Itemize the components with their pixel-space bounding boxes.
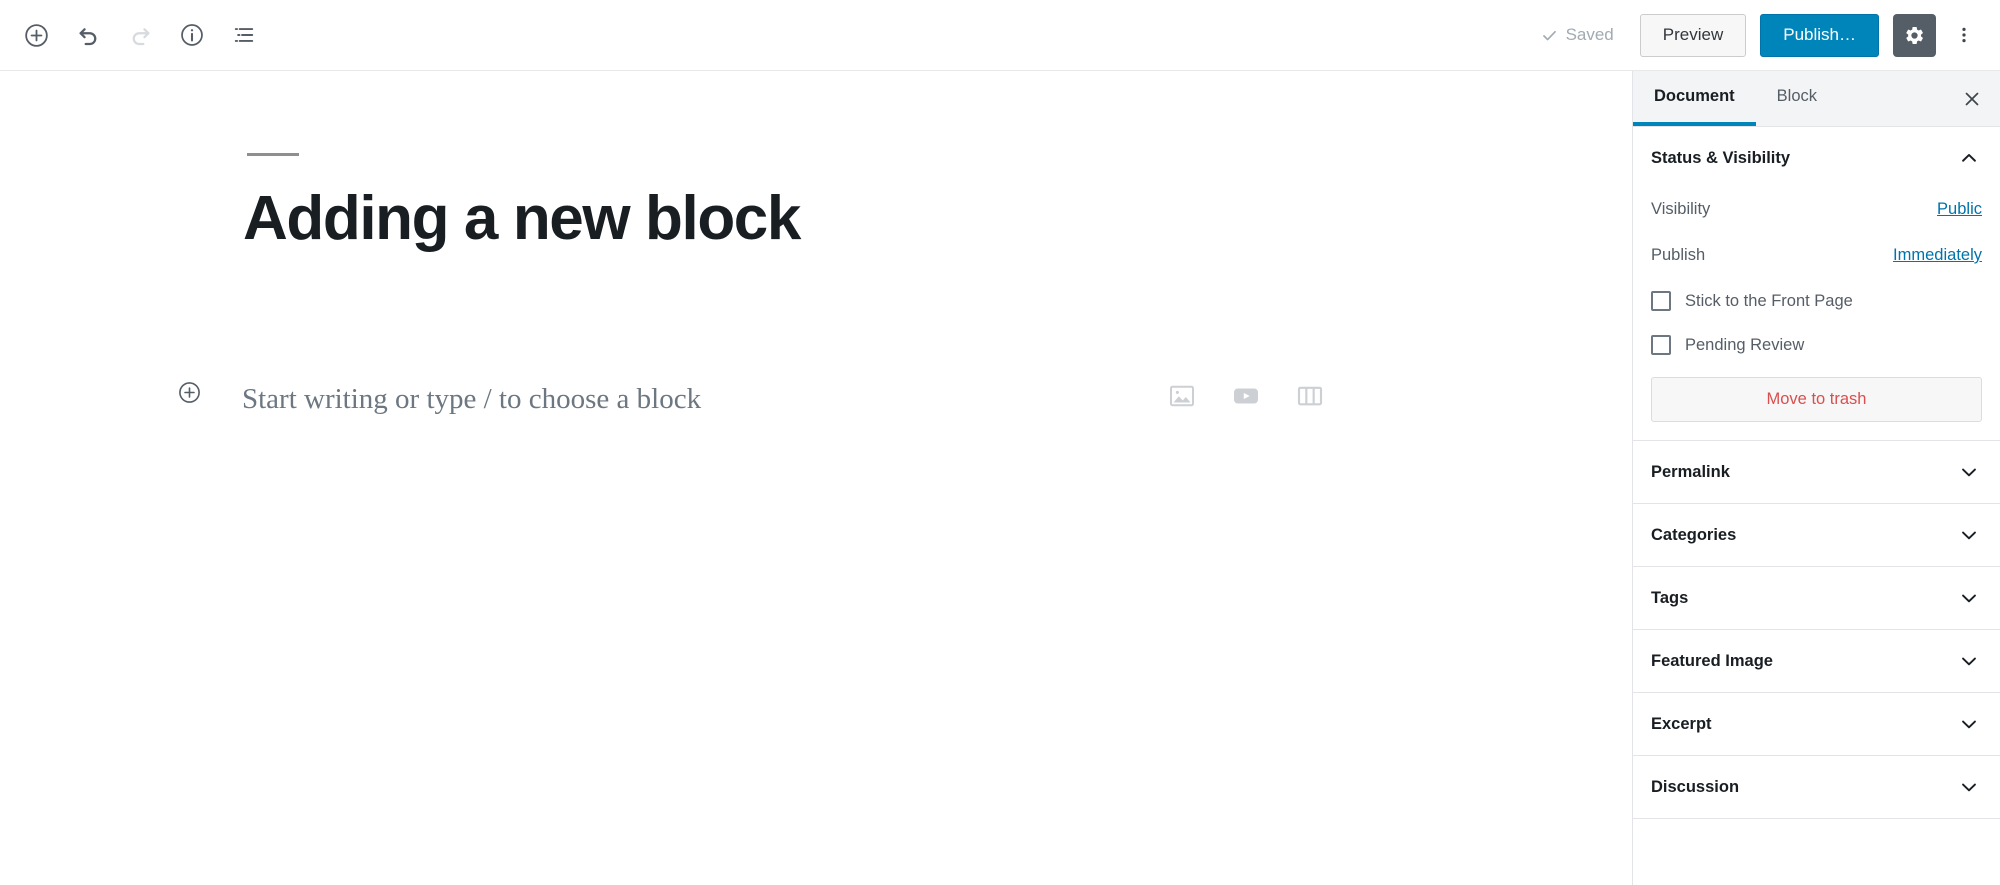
chevron-down-icon: [1958, 587, 1980, 609]
panel-featured-image-header[interactable]: Featured Image: [1633, 630, 2000, 692]
block-placeholder-text[interactable]: Start writing or type / to choose a bloc…: [242, 369, 701, 429]
chevron-down-icon: [1958, 524, 1980, 546]
check-icon: [1540, 26, 1559, 45]
kebab-menu-icon: [1954, 25, 1974, 45]
visibility-row: Visibility Public: [1651, 189, 1982, 230]
pending-review-row[interactable]: Pending Review: [1651, 325, 1982, 365]
block-shortcuts: [1165, 379, 1327, 413]
panel-excerpt-header[interactable]: Excerpt: [1633, 693, 2000, 755]
sidebar-tab-bar: Document Block: [1633, 71, 2000, 127]
panel-title: Featured Image: [1651, 651, 1773, 670]
panel-featured-image: Featured Image: [1633, 630, 2000, 693]
undo-icon[interactable]: [64, 11, 112, 59]
sticky-front-page-label: Stick to the Front Page: [1685, 291, 1853, 310]
chevron-down-icon: [1958, 461, 1980, 483]
header-right-toolbar: Saved Preview Publish…: [1540, 0, 2000, 70]
panel-tags-header[interactable]: Tags: [1633, 567, 2000, 629]
panel-status-visibility: Status & Visibility Visibility Public Pu…: [1633, 127, 2000, 441]
publish-date-label: Publish: [1651, 246, 1706, 264]
title-divider: [247, 153, 299, 156]
panel-title: Discussion: [1651, 777, 1740, 796]
editor-header: Saved Preview Publish…: [0, 0, 2000, 71]
publish-button[interactable]: Publish…: [1760, 13, 1879, 57]
panel-title: Permalink: [1651, 462, 1730, 481]
panel-discussion-header[interactable]: Discussion: [1633, 756, 2000, 818]
columns-block-icon[interactable]: [1293, 379, 1327, 413]
sticky-front-page-checkbox[interactable]: [1651, 291, 1671, 311]
publish-date-row: Publish Immediately: [1651, 235, 1982, 276]
panel-tags: Tags: [1633, 567, 2000, 630]
panel-status-visibility-header[interactable]: Status & Visibility: [1633, 127, 2000, 189]
default-block-row: Start writing or type / to choose a bloc…: [0, 369, 1632, 429]
panel-status-visibility-body: Visibility Public Publish Immediately St…: [1633, 189, 2000, 440]
tab-block[interactable]: Block: [1756, 71, 1838, 126]
info-icon[interactable]: [168, 11, 216, 59]
preview-button[interactable]: Preview: [1639, 13, 1747, 57]
sticky-front-page-row[interactable]: Stick to the Front Page: [1651, 281, 1982, 321]
tab-document[interactable]: Document: [1633, 71, 1756, 126]
panel-categories: Categories: [1633, 504, 2000, 567]
close-icon[interactable]: [1944, 71, 2000, 126]
video-block-icon[interactable]: [1229, 379, 1263, 413]
panel-title: Excerpt: [1651, 714, 1712, 733]
redo-icon[interactable]: [116, 11, 164, 59]
circle-plus-icon[interactable]: [173, 376, 205, 408]
panel-excerpt: Excerpt: [1633, 693, 2000, 756]
post-title[interactable]: Adding a new block: [243, 183, 1443, 254]
more-options-button[interactable]: [1942, 13, 1986, 57]
header-left-toolbar: [0, 0, 272, 70]
pending-review-label: Pending Review: [1685, 335, 1805, 354]
publish-date-value-button[interactable]: Immediately: [1893, 246, 1982, 265]
block-inserter-icon[interactable]: [12, 11, 60, 59]
save-status: Saved: [1540, 25, 1614, 45]
panel-permalink: Permalink: [1633, 441, 2000, 504]
panel-title: Categories: [1651, 525, 1737, 544]
chevron-down-icon: [1958, 776, 1980, 798]
chevron-down-icon: [1958, 713, 1980, 735]
image-block-icon[interactable]: [1165, 379, 1199, 413]
chevron-up-icon: [1958, 147, 1980, 169]
panel-title: Status & Visibility: [1651, 148, 1791, 167]
settings-sidebar: Document Block Status & Visibility Visib…: [1632, 71, 2000, 885]
panel-categories-header[interactable]: Categories: [1633, 504, 2000, 566]
visibility-label: Visibility: [1651, 200, 1711, 218]
gear-icon: [1904, 25, 1925, 46]
panel-title: Tags: [1651, 588, 1689, 607]
settings-button[interactable]: [1893, 13, 1936, 57]
editor-canvas: Adding a new block Start writing or type…: [0, 71, 1632, 885]
block-navigation-icon[interactable]: [220, 11, 268, 59]
move-to-trash-button[interactable]: Move to trash: [1651, 377, 1982, 422]
visibility-value-button[interactable]: Public: [1937, 200, 1982, 219]
panel-permalink-header[interactable]: Permalink: [1633, 441, 2000, 503]
save-status-label: Saved: [1565, 25, 1614, 44]
chevron-down-icon: [1958, 650, 1980, 672]
pending-review-checkbox[interactable]: [1651, 335, 1671, 355]
panel-discussion: Discussion: [1633, 756, 2000, 819]
